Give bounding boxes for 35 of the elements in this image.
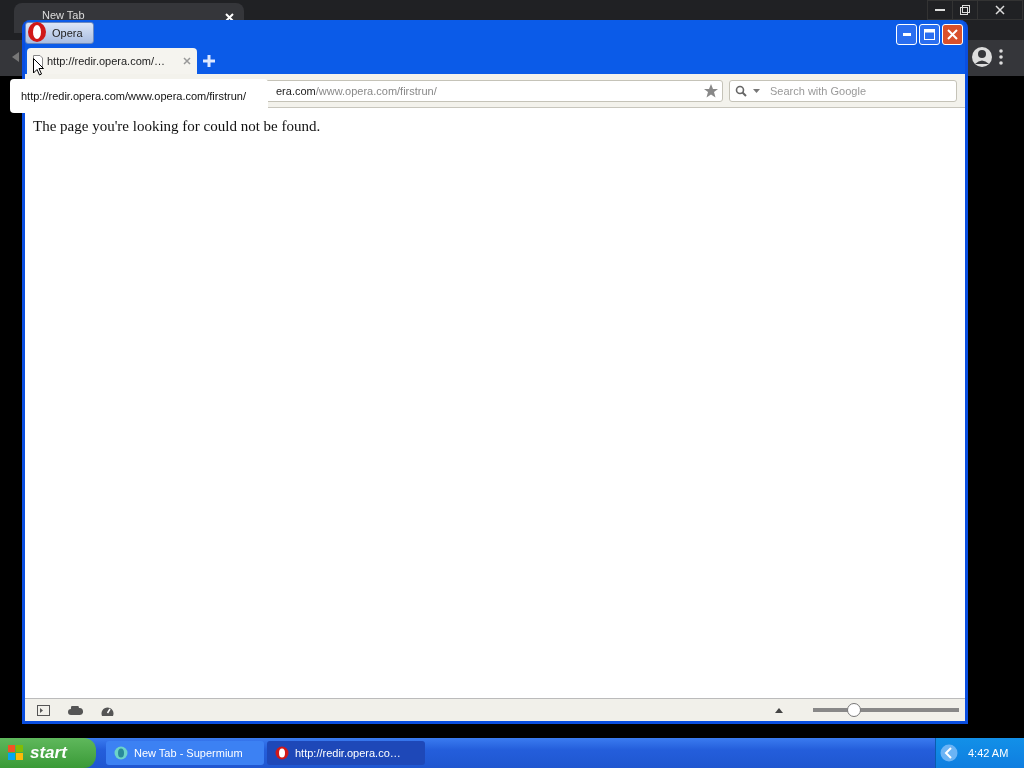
restore-button[interactable] [952,0,978,20]
app-icon [114,746,128,760]
close-button[interactable] [977,0,1023,20]
error-message: The page you're looking for could not be found. [33,118,322,135]
logo [26,21,48,43]
back-icon[interactable] [12,52,20,62]
clock: 4:42 AM [968,747,1009,759]
cloud-icon[interactable] [68,705,83,715]
maximize-icon [924,29,935,40]
search-icon [735,84,747,97]
cursor-icon [33,58,44,76]
slider-thumb[interactable] [846,703,861,717]
app-icon [275,746,289,760]
minimize-icon [902,33,911,36]
opera-menu-button[interactable]: Opera [25,22,94,44]
tab-title: New Tab [42,9,86,21]
close-icon [947,29,958,40]
chevron-left-icon[interactable] [940,744,958,762]
star-icon[interactable] [704,83,718,98]
minimize-icon [935,9,945,11]
panel-icon[interactable] [37,704,50,716]
triangle-icon[interactable] [775,707,783,713]
tooltip: http://redir.opera.com/www.opera.com/firstrun/ [10,79,268,113]
profile-icon[interactable] [971,46,993,68]
close-icon [995,5,1005,15]
menu-icon[interactable] [999,49,1003,65]
caret-icon[interactable] [753,88,760,93]
search-field[interactable]: Search with Google [729,79,957,102]
windows-logo-icon [8,745,24,761]
maximize-button[interactable] [919,24,940,45]
restore-icon [960,5,970,15]
plus-icon[interactable] [203,55,215,67]
taskbar-button[interactable]: New Tab - Supermium [106,741,264,765]
browser-tab[interactable]: http://redir.opera.com/… [27,48,197,74]
taskbar-button[interactable]: http://redir.opera.co… [267,741,425,765]
